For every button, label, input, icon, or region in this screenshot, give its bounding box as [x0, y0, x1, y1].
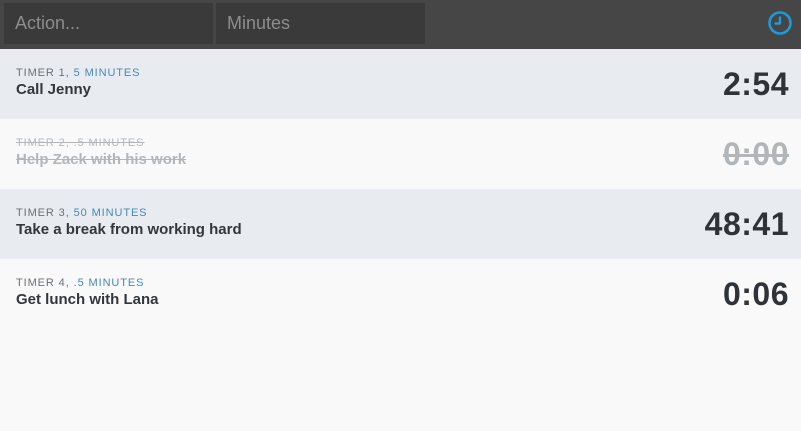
timer-row[interactable]: Timer 3, 50 minutes Take a break from wo…: [0, 189, 801, 259]
timer-label: Timer 2,: [16, 137, 70, 149]
timer-label: Timer 3,: [16, 207, 70, 219]
timer-countdown: 0:00: [722, 136, 789, 172]
timer-row[interactable]: Timer 2, .5 minutes Help Zack with his w…: [0, 119, 801, 189]
timer-meta: Timer 3, 50 minutes: [16, 206, 785, 220]
timer-countdown: 2:54: [722, 66, 789, 102]
timer-title: Call Jenny: [16, 81, 92, 98]
timer-row[interactable]: Timer 1, 5 minutes Call Jenny 2:54: [0, 49, 801, 119]
action-input[interactable]: [4, 3, 213, 44]
timer-title: Help Zack with his work: [16, 151, 187, 168]
top-bar: [0, 0, 801, 49]
timer-minutes: 5 minutes: [73, 67, 141, 79]
timer-minutes: .5 minutes: [73, 137, 145, 149]
timer-countdown: 0:06: [722, 276, 789, 312]
timer-minutes: .5 minutes: [73, 277, 145, 289]
timer-label: Timer 1,: [16, 67, 70, 79]
timer-title: Get lunch with Lana: [16, 291, 159, 308]
timer-label: Timer 4,: [16, 277, 70, 289]
clock-icon[interactable]: [767, 10, 793, 36]
timer-meta: Timer 4, .5 minutes: [16, 276, 785, 290]
timer-list: Timer 1, 5 minutes Call Jenny 2:54 Timer…: [0, 49, 801, 329]
minutes-input[interactable]: [216, 3, 425, 44]
timer-row[interactable]: Timer 4, .5 minutes Get lunch with Lana …: [0, 259, 801, 329]
timer-meta: Timer 2, .5 minutes: [16, 136, 785, 150]
timer-meta: Timer 1, 5 minutes: [16, 66, 785, 80]
timer-countdown: 48:41: [704, 206, 789, 242]
timer-minutes: 50 minutes: [73, 207, 148, 219]
timer-title: Take a break from working hard: [16, 221, 242, 238]
